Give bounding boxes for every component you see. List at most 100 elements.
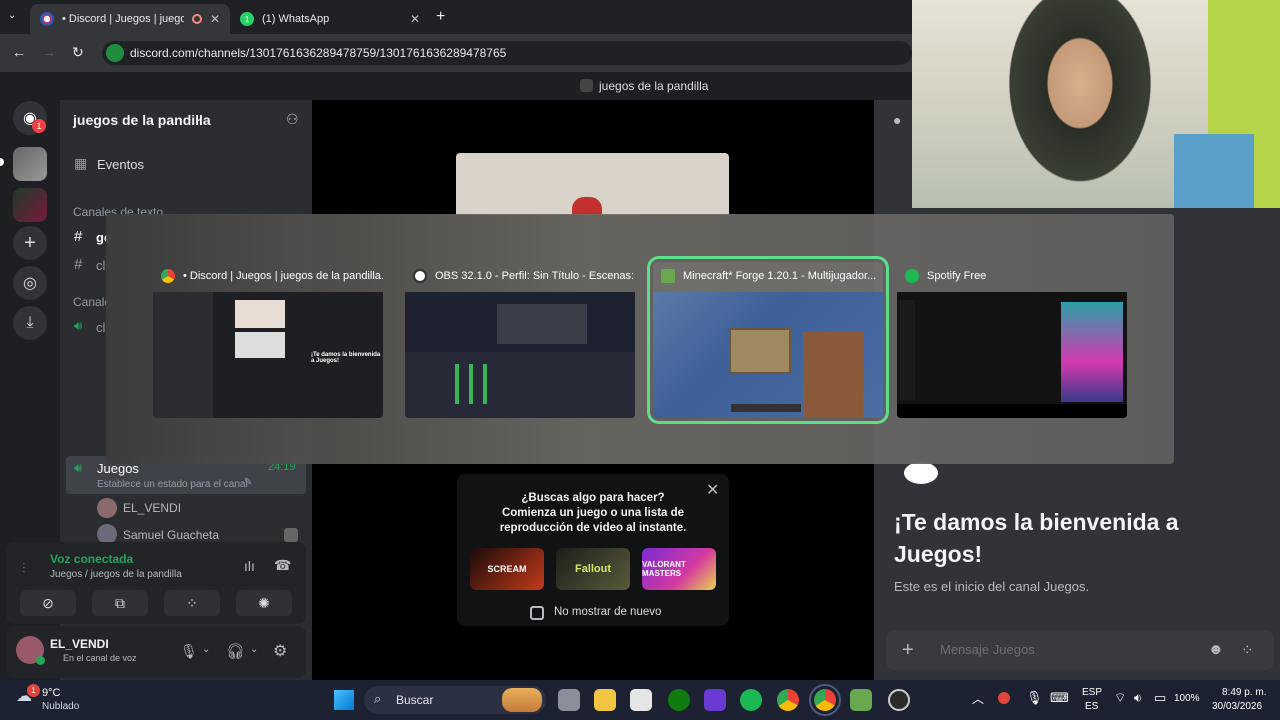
- activity-icon: [284, 528, 298, 542]
- soundboard-button[interactable]: ✺: [236, 590, 292, 616]
- close-tab-icon[interactable]: ✕: [210, 12, 220, 26]
- popup-line: Comienza un juego o una lista de: [501, 507, 685, 519]
- voice-status-subtitle[interactable]: Juegos / juegos de la pandilla: [50, 569, 182, 580]
- server-avatar-2[interactable]: [13, 188, 47, 222]
- add-server-icon[interactable]: +: [13, 226, 47, 260]
- voice-member[interactable]: Samuel Guacheta: [123, 528, 219, 542]
- clock-date[interactable]: 30/03/2026: [1212, 701, 1262, 712]
- download-icon[interactable]: ⤓: [13, 306, 47, 340]
- window-title: OBS 32.1.0 - Perfil: Sin Título - Escena…: [435, 270, 635, 282]
- emoji-icon[interactable]: ☻: [1208, 641, 1224, 658]
- language-bottom[interactable]: ES: [1085, 701, 1098, 712]
- checkbox[interactable]: [530, 606, 544, 620]
- avatar: [97, 524, 117, 544]
- screen-share-button[interactable]: ⧉: [92, 590, 148, 616]
- noise-suppression-icon[interactable]: ılı: [244, 558, 255, 574]
- game-card-fallout[interactable]: Fallout: [556, 548, 630, 590]
- chevron-down-icon[interactable]: ⌄: [194, 111, 203, 124]
- file-explorer-icon[interactable]: [594, 689, 616, 711]
- tab-whatsapp[interactable]: 1 (1) WhatsApp ✕: [230, 4, 430, 34]
- tab-search-icon[interactable]: ⌄: [8, 10, 16, 21]
- user-status: En el canal de voz: [63, 653, 137, 663]
- channel-2[interactable]: cl: [96, 258, 105, 273]
- mic-active-icon: [106, 44, 124, 62]
- thumb-meter: [483, 364, 487, 404]
- chevron-down-icon[interactable]: ⌄: [202, 644, 210, 655]
- voice-status-title[interactable]: Voz conectada: [50, 552, 133, 566]
- video-person: [572, 197, 602, 215]
- voice-channel-1[interactable]: cl: [96, 320, 105, 335]
- clock-time[interactable]: 8:49 p. m.: [1222, 687, 1266, 698]
- thumb-boat: [729, 328, 791, 374]
- new-tab-button[interactable]: +: [436, 8, 445, 26]
- camera-off-button[interactable]: ⊘: [20, 590, 76, 616]
- thumb-video: [235, 332, 285, 358]
- window-card-obs[interactable]: OBS 32.1.0 - Perfil: Sin Título - Escena…: [405, 262, 635, 418]
- invite-people-icon[interactable]: ⚇: [286, 111, 299, 128]
- microphone-icon[interactable]: 🎙︎: [1026, 690, 1043, 706]
- game-card-scream[interactable]: SCREAM: [470, 548, 544, 590]
- speaker-icon: 🔊︎: [74, 318, 83, 333]
- chevron-down-icon[interactable]: ⌄: [250, 644, 258, 655]
- tab-discord[interactable]: • Discord | Juegos | juegos d ✕: [30, 4, 230, 34]
- spotify-taskbar-icon[interactable]: [740, 689, 762, 711]
- activities-button[interactable]: ⁘: [164, 590, 220, 616]
- close-tab-icon[interactable]: ✕: [410, 12, 420, 26]
- microphone-icon[interactable]: 🎙︎: [180, 643, 198, 660]
- chat-welcome-icon: [904, 462, 938, 484]
- battery-level[interactable]: 100%: [1174, 693, 1200, 704]
- events-link[interactable]: Eventos: [97, 157, 144, 172]
- gear-icon[interactable]: ⚙: [273, 641, 287, 661]
- chrome-profile-taskbar-icon[interactable]: [809, 684, 841, 716]
- channel-status-hint[interactable]: Establece un estado para el canal: [97, 479, 248, 490]
- disconnect-icon[interactable]: ☎: [274, 557, 291, 574]
- window-card-minecraft[interactable]: Minecraft* Forge 1.20.1 - Multijugador..…: [647, 256, 889, 424]
- webcam-background: [1174, 134, 1254, 208]
- thumb-preview: [497, 304, 587, 344]
- webcam-person: [990, 0, 1170, 208]
- game-card-valorant[interactable]: VALORANT MASTERS: [642, 548, 716, 590]
- window-title-bar: Spotify Free: [897, 262, 1127, 290]
- voice-member[interactable]: EL_VENDI: [123, 501, 181, 515]
- headphones-icon[interactable]: 🎧︎: [226, 642, 245, 660]
- language-top[interactable]: ESP: [1082, 687, 1102, 698]
- apps-icon[interactable]: ⁘: [1241, 641, 1254, 659]
- user-name[interactable]: EL_VENDI: [50, 637, 109, 651]
- thumb-welcome: ¡Te damos la bienvenida a Juegos!: [311, 352, 381, 364]
- address-bar[interactable]: discord.com/channels/1301761636289478759…: [102, 41, 912, 65]
- minecraft-taskbar-icon[interactable]: [850, 689, 872, 711]
- windows-start-icon[interactable]: [334, 690, 354, 710]
- wifi-icon[interactable]: ⌔: [1114, 690, 1126, 706]
- window-card-spotify[interactable]: Spotify Free: [897, 262, 1127, 418]
- tray-app-icon[interactable]: [998, 692, 1010, 704]
- thumb-player-bar: [897, 404, 1127, 418]
- microsoft-store-icon[interactable]: [630, 689, 652, 711]
- window-card-discord[interactable]: • Discord | Juegos | juegos de la pandil…: [153, 262, 383, 418]
- task-view-icon[interactable]: [558, 689, 580, 711]
- weather-temp[interactable]: 9°C: [42, 687, 60, 699]
- xbox-icon[interactable]: [668, 689, 690, 711]
- back-icon[interactable]: ←: [12, 44, 26, 60]
- reload-icon[interactable]: ↻: [72, 44, 84, 61]
- keyboard-icon[interactable]: ⌨: [1050, 690, 1069, 706]
- obs-taskbar-icon[interactable]: [888, 689, 910, 711]
- taskbar-search[interactable]: ⌕ Buscar: [364, 686, 546, 714]
- chrome-taskbar-icon[interactable]: [777, 689, 799, 711]
- checkbox-label[interactable]: No mostrar de nuevo: [554, 606, 661, 618]
- add-attachment-icon[interactable]: +: [902, 639, 914, 662]
- server-name[interactable]: juegos de la pandilla: [73, 112, 211, 128]
- pencil-icon[interactable]: ✎: [244, 477, 252, 488]
- tab-title: (1) WhatsApp: [262, 13, 330, 25]
- server-avatar-pandilla[interactable]: [13, 147, 47, 181]
- forward-icon[interactable]: →: [42, 44, 56, 60]
- explore-icon[interactable]: ◎: [13, 266, 47, 300]
- window-thumbnail: [405, 292, 635, 418]
- volume-icon[interactable]: 🔉︎: [1134, 690, 1142, 706]
- discord-taskbar-icon[interactable]: [704, 689, 726, 711]
- window-thumbnail: ¡Te damos la bienvenida a Juegos!: [153, 292, 383, 418]
- chevron-up-icon[interactable]: ︿: [972, 690, 984, 707]
- discord-favicon-icon: [40, 12, 54, 26]
- weather-desc[interactable]: Nublado: [42, 701, 79, 712]
- chat-bubble-icon[interactable]: ●: [893, 112, 901, 128]
- battery-icon[interactable]: ▭: [1154, 690, 1166, 706]
